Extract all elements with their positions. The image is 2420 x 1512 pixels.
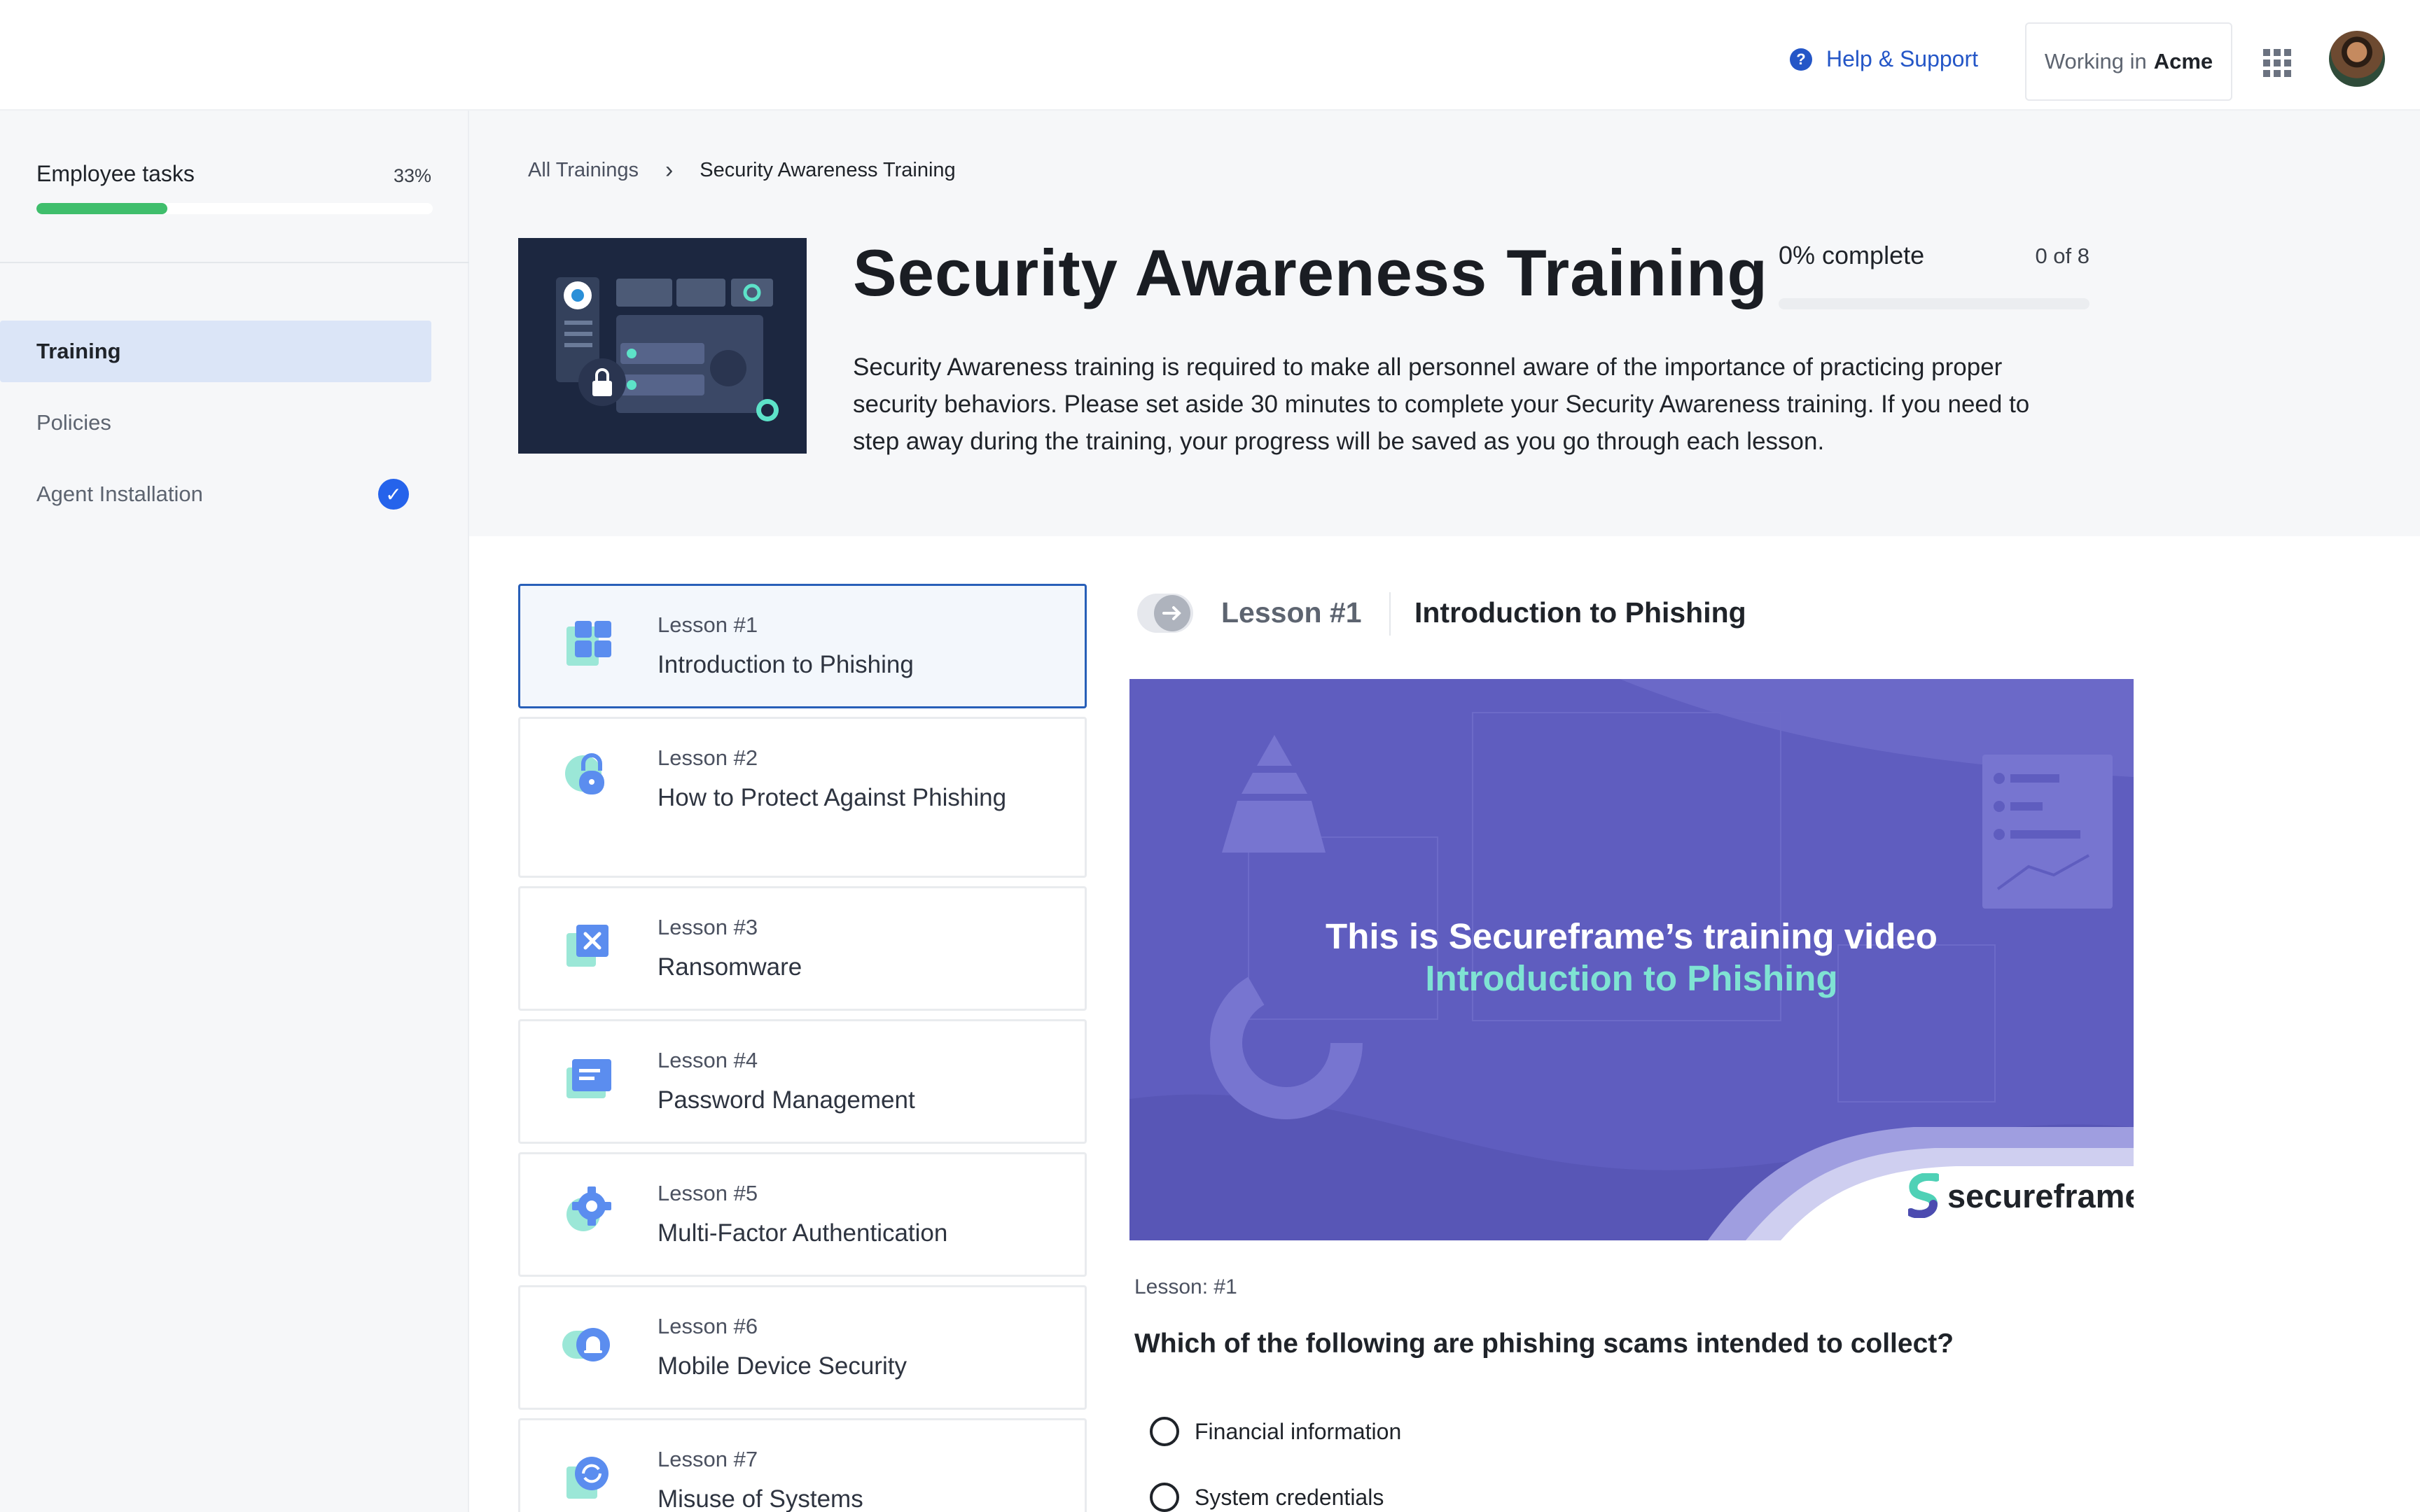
help-support-label: Help & Support	[1826, 46, 1979, 71]
sidebar-nav: Training Policies Agent Installation ✓	[0, 321, 469, 535]
lesson-item-6[interactable]: Lesson #6 Mobile Device Security	[518, 1285, 1087, 1410]
workspace-switcher[interactable]: Working in Acme	[2025, 22, 2232, 101]
lesson-name: Introduction to Phishing	[658, 651, 914, 678]
avatar[interactable]	[2329, 31, 2385, 87]
video-title-line2: Introduction to Phishing	[1425, 958, 1838, 998]
breadcrumb-all-trainings[interactable]: All Trainings	[528, 159, 639, 182]
lesson-name: Multi-Factor Authentication	[658, 1219, 948, 1247]
top-bar: ? Help & Support Working in Acme	[0, 0, 2420, 111]
sidebar-divider	[0, 262, 469, 263]
lesson-toggle-icon[interactable]	[1136, 592, 1195, 634]
sidebar-item-agent-installation[interactable]: Agent Installation ✓	[0, 463, 469, 525]
lesson-number: Lesson #3	[658, 915, 758, 939]
lesson-number: Lesson #1	[658, 612, 758, 637]
lesson-detail-number: Lesson #1	[1221, 596, 1362, 629]
employee-tasks-label: Employee tasks	[36, 161, 195, 186]
lesson-detail-divider	[1389, 592, 1391, 636]
lock-icon	[565, 753, 604, 794]
video-title-line1: This is Secureframe’s training video	[1326, 916, 1938, 956]
quiz-option-financial-information[interactable]: Financial information	[1150, 1417, 1401, 1446]
help-icon: ?	[1790, 48, 1812, 71]
quiz-option-system-credentials[interactable]: System credentials	[1150, 1483, 1384, 1512]
refresh-icon	[566, 1457, 609, 1499]
gear-icon	[566, 1186, 611, 1231]
workspace-name: Acme	[2153, 49, 2213, 74]
lesson-number: Lesson #4	[658, 1048, 758, 1072]
chevron-right-icon: ›	[665, 157, 674, 183]
lesson-name: Misuse of Systems	[658, 1485, 863, 1512]
sidebar-item-training[interactable]: Training	[0, 321, 431, 382]
training-description: Security Awareness training is required …	[853, 354, 2030, 455]
lesson-list: Lesson #1 Introduction to Phishing Lesso…	[518, 584, 1087, 1512]
sidebar: Employee tasks 33% Training Policies Age…	[0, 111, 469, 1512]
lesson-name: Mobile Device Security	[658, 1352, 907, 1380]
lesson-name: Password Management	[658, 1086, 915, 1114]
lesson-number: Lesson #6	[658, 1314, 758, 1338]
breadcrumb-current: Security Awareness Training	[700, 159, 956, 181]
training-progress: 0% complete 0 of 8	[1779, 241, 2089, 309]
lesson-item-5[interactable]: Lesson #5 Multi-Factor Authentication	[518, 1152, 1087, 1277]
employee-tasks-progress-bar	[36, 203, 433, 214]
x-box-icon	[566, 925, 609, 967]
help-support-link[interactable]: ? Help & Support	[1790, 46, 1978, 72]
employee-tasks-percent: 33%	[394, 165, 432, 186]
training-video[interactable]: This is Secureframe’s training video Int…	[1129, 679, 2134, 1240]
lesson-name: Ransomware	[658, 953, 802, 981]
employee-tasks-progress-fill	[36, 203, 167, 214]
secureframe-logo: secureframe	[1908, 1173, 2134, 1218]
workspace-prefix: Working in	[2044, 49, 2147, 74]
question-lesson-tag: Lesson: #1	[1134, 1275, 1237, 1298]
training-header: All Trainings › Security Awareness Train…	[469, 111, 2420, 536]
lesson-item-2[interactable]: Lesson #2 How to Protect Against Phishin…	[518, 717, 1087, 878]
id-card-icon	[566, 1059, 611, 1098]
sidebar-item-label: Policies	[36, 410, 111, 435]
lesson-number: Lesson #5	[658, 1181, 758, 1205]
radio-button[interactable]	[1150, 1483, 1179, 1512]
lesson-name: How to Protect Against Phishing	[658, 784, 1007, 811]
lesson-item-3[interactable]: Lesson #3 Ransomware	[518, 886, 1087, 1011]
quiz-question: Which of the following are phishing scam…	[1134, 1329, 1954, 1359]
secureframe-logo-icon	[1908, 1173, 1939, 1218]
quiz-option-label: System credentials	[1195, 1484, 1384, 1510]
lesson-item-1[interactable]: Lesson #1 Introduction to Phishing	[518, 584, 1087, 708]
sidebar-item-policies[interactable]: Policies	[0, 392, 469, 454]
lesson-number: Lesson #7	[658, 1447, 758, 1471]
lesson-item-4[interactable]: Lesson #4 Password Management	[518, 1019, 1087, 1144]
grid-icon	[566, 621, 611, 666]
secureframe-logo-text: secureframe	[1947, 1177, 2134, 1214]
radio-button[interactable]	[1150, 1417, 1179, 1446]
lesson-detail-title: Introduction to Phishing	[1414, 596, 1746, 629]
page-title: Security Awareness Training	[853, 236, 1768, 309]
training-progress-bar	[1779, 298, 2089, 309]
check-circle-icon: ✓	[378, 479, 409, 510]
quiz-option-label: Financial information	[1195, 1418, 1402, 1444]
training-thumbnail	[518, 238, 807, 454]
sidebar-item-label: Training	[36, 339, 121, 363]
breadcrumb: All Trainings › Security Awareness Train…	[528, 157, 956, 184]
training-complete-count: 0 of 8	[2035, 244, 2089, 268]
apps-grid-icon[interactable]	[2263, 49, 2291, 77]
lesson-number: Lesson #2	[658, 746, 758, 770]
bell-icon	[562, 1328, 610, 1362]
lesson-item-7[interactable]: Lesson #7 Misuse of Systems	[518, 1418, 1087, 1512]
sidebar-item-label: Agent Installation	[36, 482, 203, 506]
